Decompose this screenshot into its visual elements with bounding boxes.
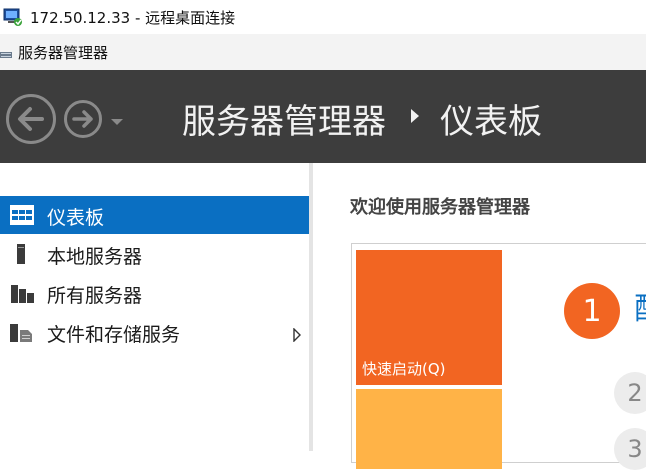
header-bar: 服务器管理器 仪表板	[0, 70, 646, 163]
sidebar-item-all-servers[interactable]: 所有服务器	[0, 274, 309, 312]
step-2-badge: 2	[614, 372, 646, 414]
main-content: 欢迎使用服务器管理器 快速启动(Q) 1 配 2 3	[313, 163, 646, 470]
quick-start-tile[interactable]: 快速启动(Q)	[356, 250, 502, 385]
sidebar-item-label: 仪表板	[47, 207, 105, 229]
back-arrow-icon	[18, 107, 44, 131]
app-window-title: 服务器管理器	[18, 43, 109, 62]
rdp-title-bar: 172.50.12.33 - 远程桌面连接	[0, 0, 646, 34]
breadcrumb-root[interactable]: 服务器管理器	[182, 94, 386, 143]
sidebar-item-file-storage[interactable]: 文件和存储服务	[0, 313, 309, 351]
forward-button[interactable]	[64, 100, 102, 138]
local-server-icon	[10, 244, 34, 264]
app-title-bar: 服务器管理器	[0, 34, 646, 70]
remote-desktop-icon	[2, 6, 24, 28]
submenu-arrow-icon[interactable]	[293, 325, 301, 343]
whats-new-tile[interactable]	[356, 389, 502, 469]
welcome-panel: 快速启动(Q) 1 配 2 3	[351, 243, 646, 470]
rdp-window-title: 172.50.12.33 - 远程桌面连接	[30, 8, 236, 27]
welcome-heading: 欢迎使用服务器管理器	[350, 197, 530, 218]
sidebar-item-label: 所有服务器	[47, 285, 143, 307]
dashboard-icon	[10, 205, 34, 225]
forward-arrow-icon	[72, 110, 93, 128]
all-servers-icon	[10, 283, 34, 303]
step-3-badge: 3	[614, 428, 646, 470]
step-1-link[interactable]: 配	[634, 284, 646, 328]
sidebar-item-dashboard[interactable]: 仪表板	[0, 196, 309, 234]
history-dropdown-button[interactable]	[110, 112, 124, 125]
sidebar-item-label: 本地服务器	[47, 246, 143, 268]
file-storage-icon	[10, 322, 34, 342]
sidebar-item-local-server[interactable]: 本地服务器	[0, 235, 309, 273]
back-button[interactable]	[6, 94, 56, 144]
step-1-badge: 1	[564, 283, 620, 339]
sidebar: 仪表板 本地服务器 所有服务器 文件和存储服务	[0, 163, 309, 451]
triangle-right-icon	[410, 108, 420, 124]
chevron-down-icon	[111, 119, 123, 125]
sidebar-item-label: 文件和存储服务	[47, 324, 181, 346]
server-manager-icon	[0, 45, 14, 59]
quick-start-label: 快速启动(Q)	[362, 360, 446, 378]
breadcrumb-current: 仪表板	[440, 102, 542, 142]
